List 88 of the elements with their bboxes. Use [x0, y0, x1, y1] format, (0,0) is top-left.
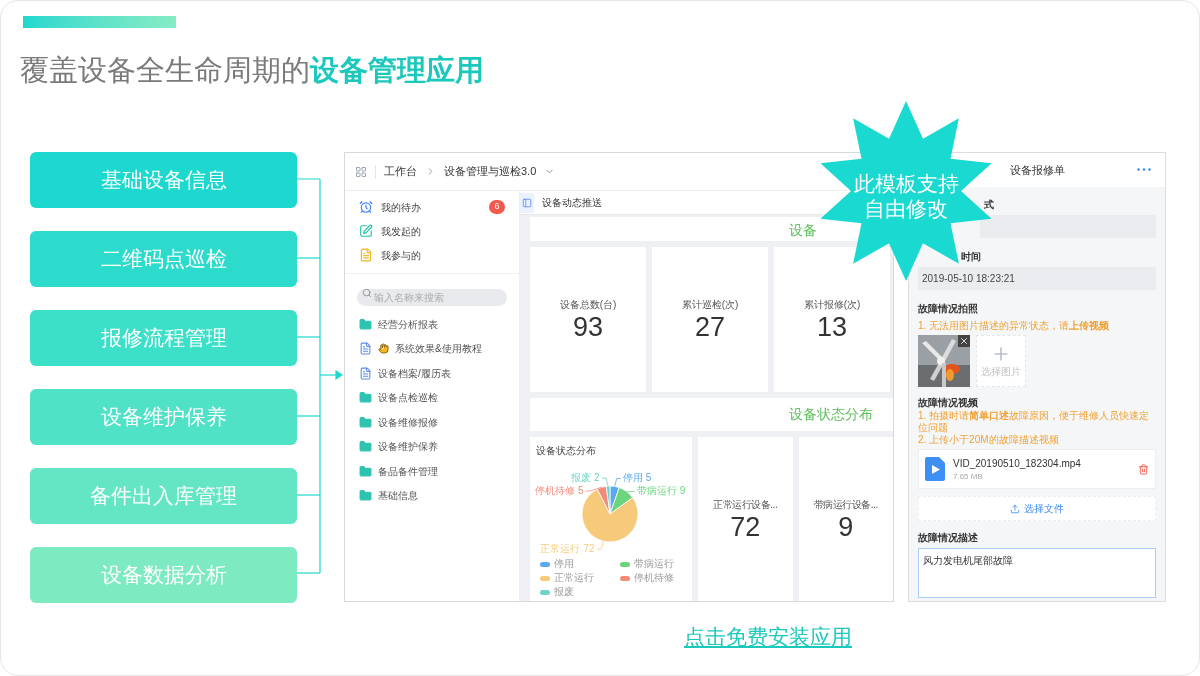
- field-label: 式: [984, 198, 994, 212]
- sidebar-item[interactable]: 我参与的: [381, 247, 421, 263]
- folder-icon: [359, 440, 372, 454]
- field-label: 故障情况拍照: [918, 302, 979, 316]
- sidebar-item[interactable]: 经营分析报表: [378, 316, 438, 332]
- pie-value: 5: [577, 484, 584, 496]
- file-name: VID_20190510_182304.mp4: [953, 456, 1082, 471]
- folder-icon: [359, 464, 372, 478]
- sidebar-item[interactable]: 基础信息: [378, 488, 418, 504]
- hint-text: 1. 拍摄时请简单口述故障原因，便于维修人员快速定位问题: [918, 410, 1151, 434]
- file-size: 7.65 MB: [953, 470, 984, 483]
- count-badge: 6: [489, 200, 505, 214]
- upload-icon: [1010, 503, 1020, 514]
- stat-label: 正常运行设备...: [713, 497, 778, 512]
- document-icon: [359, 366, 372, 380]
- form-title: 设备报修单: [1009, 162, 1065, 178]
- legend-label: 停用: [554, 558, 574, 570]
- field-label: 时间: [961, 250, 981, 264]
- more-icon[interactable]: [1137, 168, 1151, 171]
- field-label: 故障情况描述: [918, 531, 979, 545]
- delete-icon[interactable]: [1138, 463, 1149, 475]
- legend-swatch: [540, 561, 550, 567]
- leader-line: [626, 491, 636, 492]
- document-icon: [359, 342, 372, 356]
- search-field[interactable]: 输入名称来搜索: [357, 289, 507, 306]
- close-icon[interactable]: [959, 336, 969, 346]
- pie-label: 带病运行: [636, 485, 677, 497]
- stat-label: 设备总数(台): [559, 298, 617, 312]
- page-tab[interactable]: 设备动态推送: [542, 195, 602, 210]
- input-field[interactable]: 2019-05-10 18:23:21: [918, 267, 1156, 290]
- legend-label: 正常运行: [554, 572, 594, 584]
- legend-label: 报废: [554, 586, 574, 598]
- pie-label: 停机待修: [534, 484, 575, 496]
- textarea-field[interactable]: 风力发电机尾部故障: [918, 548, 1156, 598]
- pie-label: 正常运行: [540, 542, 581, 554]
- stat-value: 13: [816, 312, 847, 342]
- section-title: 设备状态分布: [789, 405, 873, 424]
- sidebar-item[interactable]: 我发起的: [381, 223, 421, 239]
- legend-swatch: [540, 575, 550, 581]
- legend-label: 停机待修: [634, 572, 674, 584]
- badge-text: 此模板支持 自由修改: [852, 171, 960, 221]
- pie-label: 停用: [622, 472, 643, 484]
- sidebar-item[interactable]: 系统效果&使用教程: [395, 341, 482, 357]
- hint-text: 1. 无法用图片描述的异常状态，请上传视频: [918, 319, 1111, 333]
- folder-icon: [359, 489, 372, 503]
- search-icon: [362, 288, 372, 298]
- chart-title: 设备状态分布: [535, 444, 597, 458]
- breadcrumb-link[interactable]: 设备管理与巡检3.0: [444, 163, 537, 180]
- section-title: 设备: [789, 221, 817, 240]
- stat-value: 93: [572, 312, 603, 342]
- stat-label: 带病运行设备...: [813, 497, 878, 512]
- sidebar-item[interactable]: 我的待办: [381, 199, 421, 215]
- document-icon: [359, 248, 373, 262]
- apps-grid-icon[interactable]: [355, 165, 367, 178]
- pie-value: 5: [645, 472, 652, 484]
- page-title: 覆盖设备全生命周期的设备管理应用: [20, 53, 484, 88]
- legend-swatch: [620, 575, 630, 581]
- leader-line: [614, 478, 622, 487]
- stat-value: 72: [730, 511, 761, 542]
- folder-icon: [359, 415, 372, 429]
- folder-icon: [359, 317, 372, 331]
- sidebar-item[interactable]: 设备维护保养: [378, 439, 438, 455]
- video-file-icon: [925, 457, 945, 481]
- pie-value: 9: [679, 485, 686, 497]
- pie-value: 2: [594, 471, 600, 483]
- leader-line: [597, 540, 604, 550]
- panel-icon[interactable]: [522, 197, 532, 208]
- stat-value: 9: [838, 511, 854, 542]
- sidebar-item[interactable]: 设备维修报修: [378, 414, 438, 430]
- pie-label: 报废: [571, 471, 591, 483]
- alarm-clock-icon: [359, 200, 373, 214]
- breadcrumb-link[interactable]: 工作台: [384, 163, 417, 180]
- stat-label: 累计报修(次): [803, 298, 861, 312]
- field-label: 故障情况视频: [918, 396, 979, 410]
- sidebar-item[interactable]: 设备档案/履历表: [378, 365, 451, 381]
- folder-icon: [359, 391, 372, 405]
- pie-value: 72: [583, 542, 595, 554]
- stat-label: 累计巡检(次): [681, 298, 739, 312]
- stat-value: 27: [694, 312, 725, 342]
- sidebar-item[interactable]: 设备点检巡检: [378, 390, 438, 406]
- upload-button[interactable]: 选择文件: [918, 496, 1156, 521]
- legend-swatch: [620, 561, 630, 567]
- sidebar-item[interactable]: 备品备件管理: [378, 463, 438, 479]
- legend-label: 带病运行: [634, 558, 674, 570]
- input-field[interactable]: [980, 215, 1156, 238]
- edit-icon: [359, 224, 373, 238]
- legend-swatch: [540, 589, 550, 595]
- hint-text: 2. 上传小于20M的故障描述视频: [918, 434, 1060, 446]
